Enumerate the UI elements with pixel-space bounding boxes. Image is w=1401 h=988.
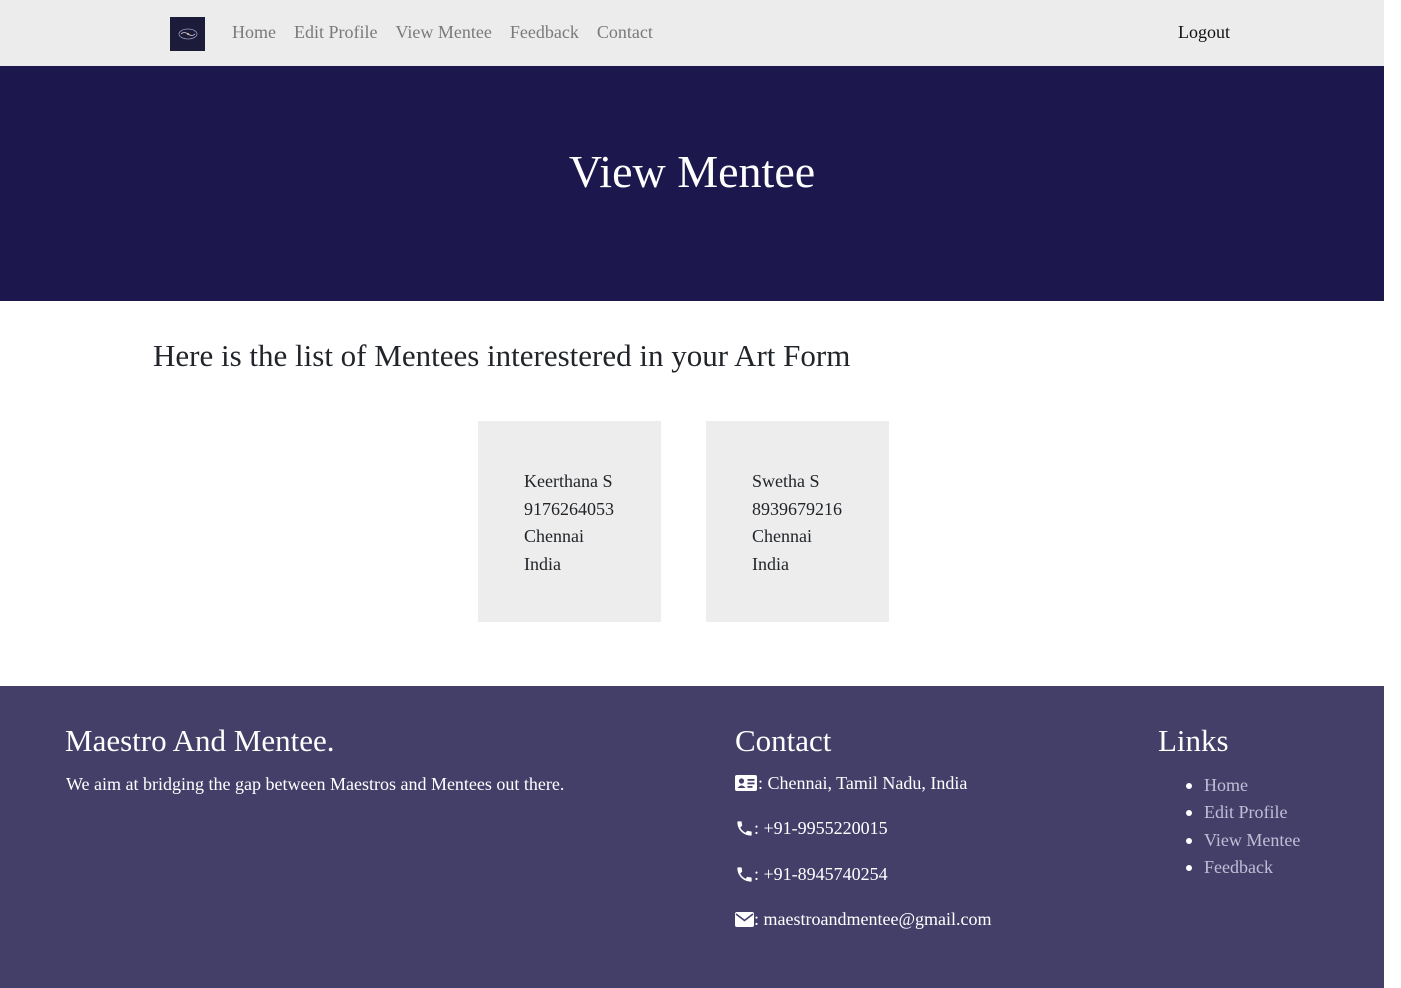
footer-link-item: Edit Profile — [1186, 799, 1300, 826]
contact-address: : Chennai, Tamil Nadu, India — [735, 772, 967, 794]
nav-link-home[interactable]: Home — [232, 21, 276, 43]
nav-link-feedback[interactable]: Feedback — [510, 21, 579, 43]
mentee-card: Swetha S 8939679216 Chennai India — [706, 421, 889, 622]
logout-link[interactable]: Logout — [1178, 21, 1230, 43]
nav-link-edit-profile[interactable]: Edit Profile — [294, 21, 378, 43]
mentee-details: Keerthana S 9176264053 Chennai India — [524, 468, 614, 578]
nav-link-contact[interactable]: Contact — [597, 21, 653, 43]
footer-links-title: Links — [1158, 723, 1229, 758]
brand-logo[interactable] — [170, 17, 205, 51]
nav-link-view-mentee[interactable]: View Mentee — [396, 21, 492, 43]
contact-phone-2[interactable]: : +91-8945740254 — [735, 863, 888, 885]
contact-phone-2-text: : +91-8945740254 — [754, 864, 888, 884]
nav-links: Home Edit Profile View Mentee Feedback C… — [232, 21, 671, 43]
contact-phone-1-text: : +91-9955220015 — [754, 818, 888, 838]
phone-icon — [735, 819, 754, 838]
mentee-details: Swetha S 8939679216 Chennai India — [752, 468, 842, 578]
footer-link-home[interactable]: Home — [1204, 775, 1248, 795]
mentee-card: Keerthana S 9176264053 Chennai India — [478, 421, 661, 622]
mentee-country: India — [524, 553, 561, 574]
contact-address-text: : Chennai, Tamil Nadu, India — [758, 773, 968, 793]
footer-link-view-mentee[interactable]: View Mentee — [1204, 830, 1300, 850]
navbar: Home Edit Profile View Mentee Feedback C… — [0, 0, 1384, 66]
mentee-country: India — [752, 553, 789, 574]
footer-link-edit-profile[interactable]: Edit Profile — [1204, 802, 1288, 822]
footer-brand-title: Maestro And Mentee. — [65, 723, 335, 758]
mentee-city: Chennai — [524, 526, 584, 546]
hero-banner: View Mentee — [0, 66, 1384, 301]
footer-tagline: We aim at bridging the gap between Maest… — [66, 774, 565, 794]
mentee-name: Keerthana S — [524, 471, 613, 491]
contact-email[interactable]: : maestroandmentee@gmail.com — [735, 908, 992, 930]
footer-link-item: Home — [1186, 772, 1300, 799]
footer-links-list: Home Edit Profile View Mentee Feedback — [1186, 772, 1300, 881]
envelope-icon — [735, 911, 754, 927]
footer-link-feedback[interactable]: Feedback — [1204, 857, 1273, 877]
logo-icon — [178, 28, 197, 40]
mentee-name: Swetha S — [752, 471, 820, 491]
mentee-city: Chennai — [752, 526, 812, 546]
address-card-icon — [735, 775, 757, 791]
footer-link-item: View Mentee — [1186, 827, 1300, 854]
footer-contact-title: Contact — [735, 723, 832, 758]
contact-email-text: : maestroandmentee@gmail.com — [754, 909, 992, 929]
page-title: View Mentee — [568, 146, 816, 197]
section-heading: Here is the list of Mentees interestered… — [153, 338, 851, 373]
footer: Maestro And Mentee. We aim at bridging t… — [0, 686, 1384, 988]
footer-link-item: Feedback — [1186, 854, 1300, 881]
contact-phone-1[interactable]: : +91-9955220015 — [735, 817, 888, 839]
mentee-phone: 8939679216 — [752, 498, 842, 519]
mentee-phone: 9176264053 — [524, 498, 614, 519]
phone-icon — [735, 865, 754, 884]
